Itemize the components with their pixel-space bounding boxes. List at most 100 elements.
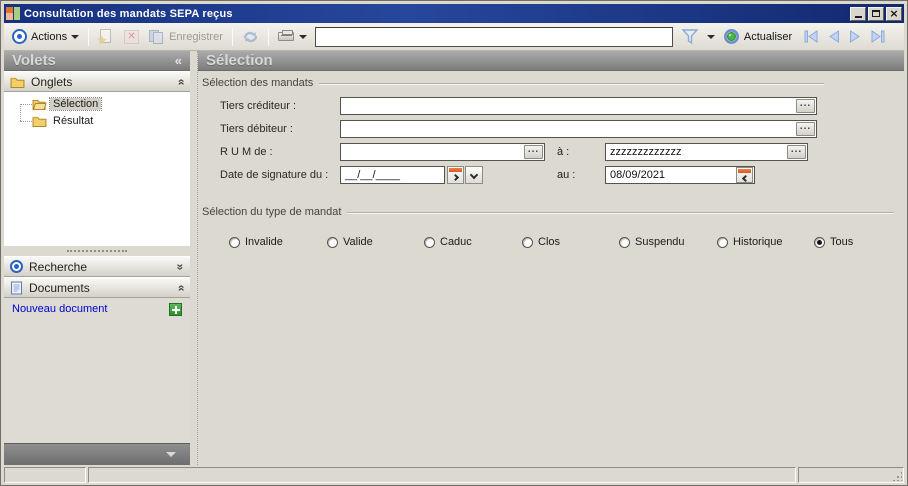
tiers-debiteur-input[interactable]: ... [340,120,817,138]
vertical-splitter[interactable] [190,51,198,465]
add-document-icon[interactable] [169,302,182,316]
radio-suspendu[interactable]: Suspendu [619,236,685,248]
tiers-crediteur-lookup-button[interactable]: ... [796,99,815,113]
date-du-dropdown-button[interactable] [465,166,483,184]
tree-item-selection[interactable]: Sélection [14,96,190,112]
filter-button[interactable] [677,26,703,47]
group2-title: Sélection du type de mandat [202,206,342,218]
sidebar-collapse-icon[interactable]: « [175,53,182,68]
sidebar: Volets « Onglets » Sélection Résultat Re… [4,51,190,465]
nav-first-button[interactable] [804,30,819,43]
onglets-collapse-icon[interactable]: » [174,78,188,85]
radio-icon [717,236,728,248]
rum-de-label: R U M de : [220,146,273,158]
nav-next-button[interactable] [849,30,861,43]
new-document-icon: ★ [97,28,115,47]
recherche-icon [10,260,23,273]
filter-funnel-icon [681,28,699,45]
group1-title: Sélection des mandats [202,77,314,89]
titlebar: Consultation des mandats SEPA reçus × [4,4,904,23]
filter-dropdown-icon[interactable] [706,34,715,39]
date-du-input[interactable]: __/__/____ [340,166,445,184]
window-title: Consultation des mandats SEPA reçus [24,7,233,20]
sidebar-bottom-bar[interactable] [4,443,190,465]
refresh-data-button[interactable]: Actualiser [719,26,796,47]
radio-icon [522,236,533,248]
delete-button[interactable]: ✕ [119,27,144,47]
tiers-debiteur-lookup-button[interactable]: ... [796,122,815,136]
open-folder-icon [32,99,47,110]
onglets-section-header[interactable]: Onglets » [4,71,190,92]
field-row-tiers-crediteur: Tiers créditeur : ... [220,97,898,115]
recherche-expand-icon[interactable]: » [174,263,188,270]
main-content: Sélection des mandats Tiers créditeur : … [198,71,904,465]
print-dropdown-icon [298,34,307,39]
nav-prev-button[interactable] [828,30,840,43]
tree-item-resultat[interactable]: Résultat [14,104,190,129]
main-header: Sélection [198,51,904,71]
tiers-crediteur-input[interactable]: ... [340,97,817,115]
status-panel-1 [4,467,86,483]
recherche-section-header[interactable]: Recherche » [4,256,190,277]
tiers-crediteur-label: Tiers créditeur : [220,100,297,112]
onglets-label: Onglets [31,74,73,89]
new-document-row: Nouveau document [4,298,190,320]
date-du-picker-button[interactable] [447,166,464,184]
new-document-link[interactable]: Nouveau document [12,303,107,315]
rum-de-input[interactable]: ... [340,143,545,161]
closed-folder-icon [32,116,47,127]
save-label: Enregistrer [169,30,223,43]
field-row-tiers-debiteur: Tiers débiteur : ... [220,120,898,138]
radio-invalide[interactable]: Invalide [229,236,283,248]
group-type-mandat: Sélection du type de mandat [202,206,898,218]
tree-item-label: Résultat [53,115,94,127]
maximize-button[interactable] [868,6,884,21]
date-au-picker-button[interactable] [736,167,753,183]
date-au-input[interactable]: 08/09/2021 [605,166,755,184]
toolbar: Actions ★ ✕ Enregistrer Actualiser [4,23,904,51]
radio-caduc[interactable]: Caduc [424,236,472,248]
documents-section-header[interactable]: Documents » [4,277,190,298]
save-button[interactable]: Enregistrer [144,27,227,47]
sidebar-splitter[interactable] [4,246,190,256]
save-icon [148,29,165,45]
actions-button[interactable]: Actions [8,27,83,46]
radio-tous[interactable]: Tous [814,236,853,248]
date-signature-du-label: Date de signature du : [220,169,329,181]
refresh-button[interactable] [238,27,263,47]
search-input[interactable] [314,26,673,47]
actualiser-label: Actualiser [743,30,793,43]
minimize-button[interactable] [850,6,866,21]
sidebar-filler [4,320,190,443]
radio-valide[interactable]: Valide [327,236,373,248]
rum-a-input[interactable]: zzzzzzzzzzzzz ... [605,143,808,161]
status-panel-3 [798,467,904,483]
onglets-tree: Sélection Résultat [4,92,190,246]
rum-a-lookup-button[interactable]: ... [787,145,806,159]
close-button[interactable]: × [886,6,902,21]
delete-icon: ✕ [123,29,140,45]
rum-de-lookup-button[interactable]: ... [524,145,543,159]
main-title: Sélection [206,52,273,69]
radio-historique[interactable]: Historique [717,236,783,248]
field-row-rum: R U M de : ... à : zzzzzzzzzzzzz ... [220,143,898,161]
radio-clos[interactable]: Clos [522,236,560,248]
resize-grip[interactable] [892,471,902,481]
radio-icon [327,236,338,248]
main-panel: Sélection Sélection des mandats Tiers cr… [198,51,904,465]
type-mandat-radio-group: Invalide Valide Caduc Clos Suspendu Hist… [202,236,898,256]
radio-icon [424,236,435,248]
date-au-label: au : [557,169,576,181]
print-button[interactable] [274,27,311,47]
tree-item-label: Sélection [48,97,103,111]
statusbar [4,465,904,483]
sidebar-title: Volets [12,52,56,69]
nav-last-button[interactable] [870,30,885,43]
documents-collapse-icon[interactable]: » [174,284,188,291]
actions-dropdown-icon [71,34,80,39]
group-selection-mandats: Sélection des mandats [202,77,898,89]
rum-a-label: à : [557,146,570,158]
new-button[interactable]: ★ [94,27,119,47]
tiers-debiteur-label: Tiers débiteur : [220,123,293,135]
printer-icon [277,29,295,45]
